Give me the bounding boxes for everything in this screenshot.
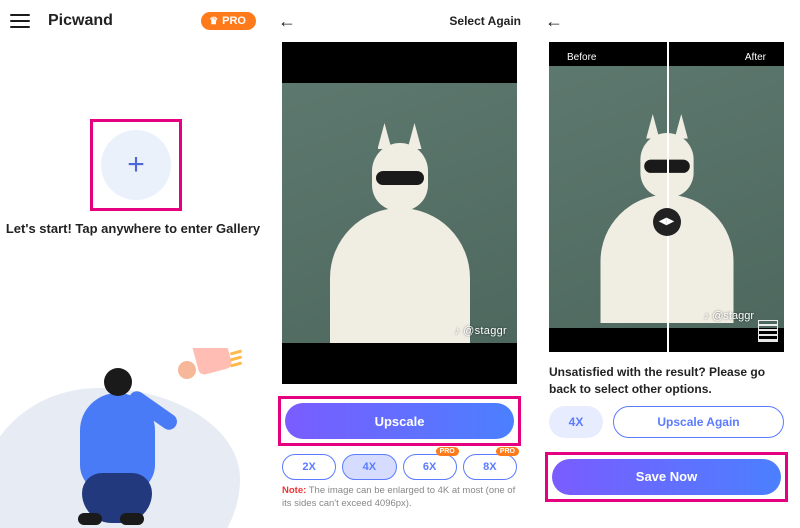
add-circle: + (101, 130, 171, 200)
pro-badge: PRO (436, 447, 459, 456)
panel-start: Picwand ♛ PRO + Let's start! Tap anywher… (0, 0, 266, 528)
app-title: Picwand (48, 12, 201, 30)
result-actions: 4X Upscale Again (533, 406, 800, 438)
header: ← Select Again (266, 0, 533, 42)
after-badge: After (735, 50, 776, 65)
panel-result: ← Before After ◀▶ ♪@staggr Unsatisfied w… (533, 0, 800, 528)
crown-icon: ♛ (209, 16, 218, 27)
pro-badge: PRO (496, 447, 519, 456)
back-icon[interactable]: ← (278, 11, 296, 32)
upscale-again-button[interactable]: Upscale Again (613, 406, 784, 438)
pro-label: PRO (222, 15, 246, 27)
compare-preview: Before After ◀▶ ♪@staggr (549, 42, 784, 352)
tagline: Let's start! Tap anywhere to enter Galle… (0, 221, 266, 236)
compare-divider (667, 42, 669, 352)
select-again-link[interactable]: Select Again (449, 14, 521, 28)
before-badge: Before (557, 50, 606, 65)
save-now-button[interactable]: Save Now (552, 459, 781, 495)
back-icon[interactable]: ← (545, 11, 563, 32)
watermark: ♪@staggr (454, 325, 507, 337)
header: ← (533, 0, 800, 42)
upscale-button[interactable]: Upscale (285, 403, 514, 439)
header: Picwand ♛ PRO (0, 0, 266, 42)
illustration (0, 348, 266, 528)
plus-icon: + (127, 148, 145, 182)
scale-4x[interactable]: 4X (342, 454, 396, 480)
save-highlight: Save Now (545, 452, 788, 502)
scale-options: 2X 4X 6XPRO 8XPRO (266, 454, 533, 480)
scale-8x[interactable]: 8XPRO (463, 454, 517, 480)
add-photo-button[interactable]: + (90, 119, 182, 211)
photo-preview: ♪@staggr (282, 42, 517, 384)
unsatisfied-text: Unsatisfied with the result? Please go b… (533, 352, 800, 406)
pro-badge[interactable]: ♛ PRO (201, 12, 256, 30)
note: Note: The image can be enlarged to 4K at… (266, 480, 533, 511)
watermark: ♪@staggr (704, 310, 754, 322)
scale-6x[interactable]: 6XPRO (403, 454, 457, 480)
scale-2x[interactable]: 2X (282, 454, 336, 480)
current-scale-chip[interactable]: 4X (549, 406, 603, 438)
upscale-highlight: Upscale (278, 396, 521, 446)
panel-upscale: ← Select Again ♪@staggr Upscale 2X 4X 6X… (266, 0, 533, 528)
sharpen-icon[interactable] (758, 320, 778, 342)
menu-icon[interactable] (10, 14, 30, 28)
compare-slider-handle[interactable]: ◀▶ (653, 208, 681, 236)
